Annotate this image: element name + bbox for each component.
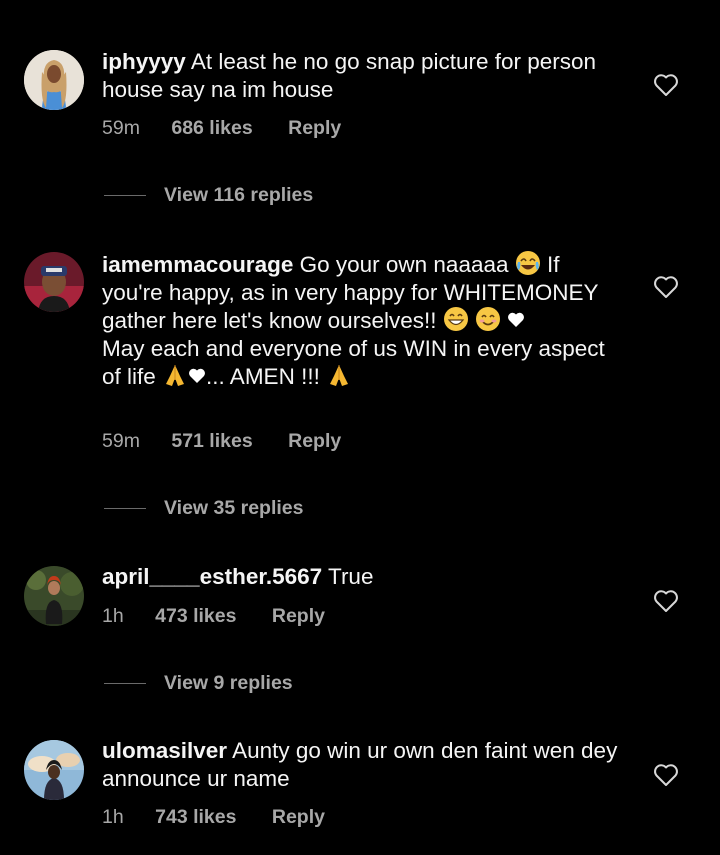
- comment-meta: 1h 473 likes Reply: [102, 602, 325, 630]
- comment-body: ... AMEN !!!: [206, 364, 320, 389]
- comment-likes[interactable]: 571 likes: [171, 427, 252, 455]
- comment-text: ulomasilver Aunty go win ur own den fain…: [102, 737, 622, 792]
- comment-time: 1h: [102, 605, 124, 627]
- white-heart-icon: [508, 312, 525, 327]
- comment-username[interactable]: iamemmacourage: [102, 252, 293, 277]
- heart-outline-icon[interactable]: [653, 73, 679, 97]
- view-replies-button[interactable]: View 116 replies: [104, 181, 313, 209]
- comment-body: Go your own naaaaa: [299, 252, 509, 277]
- heart-outline-icon[interactable]: [653, 763, 679, 787]
- comment-text: iamemmacourage Go your own naaaaa If you…: [102, 250, 622, 391]
- divider-line: [104, 508, 146, 510]
- view-replies-button[interactable]: View 9 replies: [104, 669, 293, 697]
- avatar[interactable]: [24, 50, 84, 110]
- white-heart-icon: [189, 368, 205, 383]
- comment-text: april____esther.5667 True: [102, 563, 622, 591]
- smiling-face-icon: [476, 307, 500, 331]
- comment-username[interactable]: ulomasilver: [102, 738, 227, 763]
- comment-text: iphyyyy At least he no go snap picture f…: [102, 48, 622, 103]
- comment-meta: 59m 686 likes Reply: [102, 114, 341, 142]
- folded-hands-icon: [330, 365, 349, 386]
- divider-line: [104, 195, 146, 197]
- reply-button[interactable]: Reply: [272, 602, 325, 630]
- comment-meta: 1h 743 likes Reply: [102, 803, 325, 831]
- face-with-tears-of-joy-icon: [515, 251, 540, 275]
- comment-username[interactable]: iphyyyy: [102, 49, 186, 74]
- divider-line: [104, 683, 146, 685]
- avatar[interactable]: [24, 252, 84, 312]
- comment-meta: 59m 571 likes Reply: [102, 427, 341, 455]
- view-replies-label: View 116 replies: [164, 184, 314, 206]
- avatar[interactable]: [24, 566, 84, 626]
- reply-button[interactable]: Reply: [288, 114, 341, 142]
- heart-outline-icon[interactable]: [653, 589, 679, 613]
- comment-username[interactable]: april____esther.5667: [102, 564, 322, 589]
- heart-outline-icon[interactable]: [653, 275, 679, 299]
- comment-body: True: [328, 564, 374, 589]
- view-replies-label: View 9 replies: [164, 672, 293, 694]
- grinning-face-icon: [443, 307, 468, 331]
- view-replies-label: View 35 replies: [164, 497, 304, 519]
- comment-likes[interactable]: 743 likes: [155, 803, 236, 831]
- reply-button[interactable]: Reply: [288, 427, 341, 455]
- folded-hands-icon: [166, 365, 185, 386]
- reply-button[interactable]: Reply: [272, 803, 325, 831]
- comment-likes[interactable]: 473 likes: [155, 602, 236, 630]
- avatar[interactable]: [24, 740, 84, 800]
- cropped-top-text: . . .: [150, 0, 310, 4]
- comment-time: 1h: [102, 806, 124, 828]
- view-replies-button[interactable]: View 35 replies: [104, 494, 303, 522]
- comment-likes[interactable]: 686 likes: [171, 114, 252, 142]
- comment-time: 59m: [102, 430, 140, 452]
- comment-time: 59m: [102, 117, 140, 139]
